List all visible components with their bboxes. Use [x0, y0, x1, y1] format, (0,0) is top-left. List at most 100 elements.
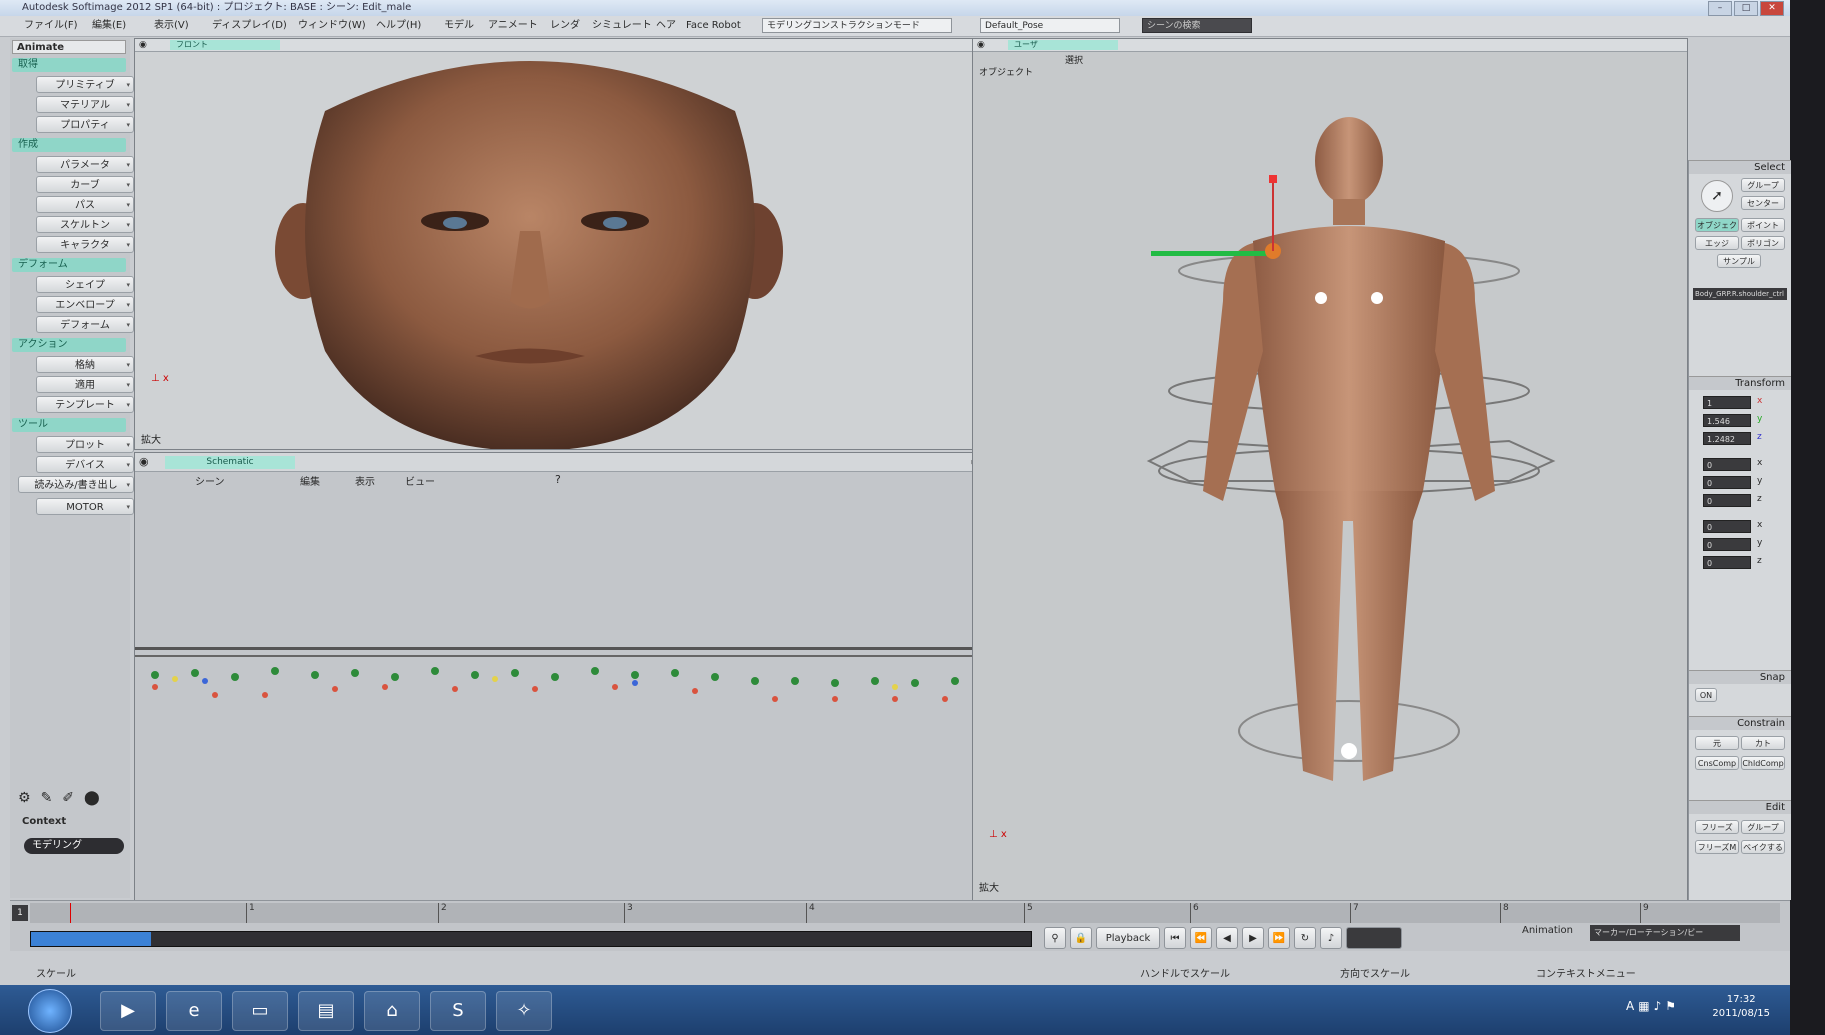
menu-render[interactable]: レンダ [546, 16, 584, 36]
help-icon[interactable]: ? [555, 473, 561, 486]
section-create[interactable]: 作成 [12, 138, 126, 152]
ime-icon[interactable]: A [1626, 999, 1638, 1013]
menu-window[interactable]: ウィンドウ(W) [294, 16, 370, 36]
select-arrow-icon[interactable]: ➚ [1701, 180, 1733, 212]
paint-tool-icon[interactable]: ⬤ [84, 790, 100, 806]
translate-z-field[interactable]: 0 [1703, 556, 1751, 569]
softimage-icon[interactable]: S [430, 991, 486, 1031]
play-backward-icon[interactable]: ◀ [1216, 927, 1238, 949]
knife-tool-icon[interactable]: ✎ [41, 790, 53, 806]
frame-rate-field[interactable] [1346, 927, 1402, 949]
constrain-button-2[interactable]: カト [1741, 736, 1785, 750]
snap-header[interactable]: Snap [1689, 670, 1791, 684]
section-get[interactable]: 取得 [12, 58, 126, 72]
preset-dropdown[interactable]: Default_Pose [980, 18, 1120, 33]
schematic-menu-view[interactable]: ビュー [405, 473, 435, 488]
menu-edit[interactable]: 編集(E) [88, 16, 130, 36]
selected-object-field[interactable]: Body_GRP.R.shoulder_ctrl [1693, 288, 1787, 300]
constrain-header[interactable]: Constrain [1689, 716, 1791, 730]
schematic-menu-show[interactable]: 表示 [355, 473, 375, 488]
current-frame-field[interactable]: 1 [12, 905, 28, 921]
playhead[interactable] [70, 903, 73, 923]
envelope-button[interactable]: エンベロープ [36, 296, 134, 314]
translate-x-field[interactable]: 0 [1703, 520, 1751, 533]
group-button[interactable]: グループ [1741, 820, 1785, 834]
store-button[interactable]: 格納 [36, 356, 134, 374]
time-ruler[interactable]: 1 2 3 4 5 6 7 8 9 [30, 903, 1780, 923]
timeline-progress-bar[interactable] [30, 931, 1032, 947]
flag-icon[interactable]: ⚑ [1665, 999, 1680, 1013]
material-button[interactable]: マテリアル [36, 96, 134, 114]
menu-hair[interactable]: ヘア [652, 16, 680, 36]
apply-button[interactable]: 適用 [36, 376, 134, 394]
tool-app-icon[interactable]: ✧ [496, 991, 552, 1031]
file-explorer-icon[interactable]: ▭ [232, 991, 288, 1031]
scale-y-field[interactable]: 1.546 [1703, 414, 1751, 427]
menu-face-robot[interactable]: Face Robot [682, 16, 745, 36]
menu-simulate[interactable]: シミュレート [588, 16, 656, 36]
parameter-button[interactable]: パラメータ [36, 156, 134, 174]
select-group-button[interactable]: グループ [1741, 178, 1785, 192]
scene-search-input[interactable]: シーンの検索 [1142, 18, 1252, 33]
key-icon[interactable]: ⚲ [1044, 927, 1066, 949]
start-button-icon[interactable] [28, 989, 72, 1033]
lock-icon[interactable]: 🔒 [1070, 927, 1092, 949]
section-deform[interactable]: デフォーム [12, 258, 126, 272]
media-player-icon[interactable]: ▶ [100, 991, 156, 1031]
maximize-button[interactable]: □ [1734, 1, 1758, 16]
minimize-button[interactable]: – [1708, 1, 1732, 16]
bake-button[interactable]: ベイクする [1741, 840, 1785, 854]
prev-key-icon[interactable]: ⏪ [1190, 927, 1212, 949]
schematic-view[interactable]: ◉ Schematic ▭ シーン 編集 表示 ビュー ? [134, 452, 988, 902]
edit-header[interactable]: Edit [1689, 800, 1791, 814]
select-sample-button[interactable]: サンプル [1717, 254, 1761, 268]
viewport-user[interactable]: ◉ ユーザ オブジェクト 選択 ⊥ x 拡大 [972, 38, 1688, 902]
character-button[interactable]: キャラクタ [36, 236, 134, 254]
schematic-menu-icon[interactable]: ◉ [139, 455, 149, 468]
timeline[interactable]: 1 1 2 3 4 5 6 7 8 9 ⚲ 🔒 Playback ⏮ ⏪ ◀ ▶… [10, 900, 1790, 951]
section-action[interactable]: アクション [12, 338, 126, 352]
folder-icon[interactable]: ▤ [298, 991, 354, 1031]
device-button[interactable]: デバイス [36, 456, 134, 474]
viewport-front[interactable]: ◉ フロント ⊥ x 拡大 [134, 38, 988, 450]
camera-selector[interactable]: フロント [170, 40, 280, 50]
snap-on-button[interactable]: ON [1695, 688, 1717, 702]
rotate-x-field[interactable]: 0 [1703, 458, 1751, 471]
select-header[interactable]: Select [1689, 160, 1791, 174]
brush-tool-icon[interactable]: ✐ [62, 790, 74, 806]
audio-icon[interactable]: ♪ [1320, 927, 1342, 949]
menu-file[interactable]: ファイル(F) [20, 16, 82, 36]
toolbar-mode-selector[interactable]: Animate [12, 40, 126, 54]
import-export-button[interactable]: 読み込み/書き出し [18, 476, 134, 494]
volume-icon[interactable]: ♪ [1654, 999, 1666, 1013]
property-button[interactable]: プロパティ [36, 116, 134, 134]
first-frame-icon[interactable]: ⏮ [1164, 927, 1186, 949]
freeze-button[interactable]: フリーズ [1695, 820, 1739, 834]
constrain-button-1[interactable]: 元 [1695, 736, 1739, 750]
camera-selector[interactable]: ユーザ [1008, 40, 1118, 50]
close-button[interactable]: ✕ [1760, 1, 1784, 16]
play-forward-icon[interactable]: ▶ [1242, 927, 1264, 949]
skeleton-button[interactable]: スケルトン [36, 216, 134, 234]
translate-y-field[interactable]: 0 [1703, 538, 1751, 551]
playback-label[interactable]: Playback [1096, 927, 1160, 949]
chldcomp-button[interactable]: ChldComp [1741, 756, 1785, 770]
select-edge-button[interactable]: エッジ [1695, 236, 1739, 250]
select-point-button[interactable]: ポイント [1741, 218, 1785, 232]
next-key-icon[interactable]: ⏩ [1268, 927, 1290, 949]
scale-z-field[interactable]: 1.2482 [1703, 432, 1751, 445]
menu-view[interactable]: 表示(V) [150, 16, 193, 36]
scale-x-field[interactable]: 1 [1703, 396, 1751, 409]
path-button[interactable]: パス [36, 196, 134, 214]
schematic-view-selector[interactable]: Schematic [165, 456, 295, 469]
rotate-y-field[interactable]: 0 [1703, 476, 1751, 489]
rotate-z-field[interactable]: 0 [1703, 494, 1751, 507]
curve-button[interactable]: カーブ [36, 176, 134, 194]
schematic-menu-edit[interactable]: 編集 [300, 473, 320, 488]
viewport-menu-icon[interactable]: ◉ [977, 39, 985, 51]
select-tool-icon[interactable]: ⚙ [18, 790, 31, 806]
context-dropdown[interactable]: モデリング [24, 838, 124, 854]
primitive-button[interactable]: プリミティブ [36, 76, 134, 94]
menu-animate[interactable]: アニメート [484, 16, 542, 36]
select-object-button[interactable]: オブジェクト [1695, 218, 1739, 244]
